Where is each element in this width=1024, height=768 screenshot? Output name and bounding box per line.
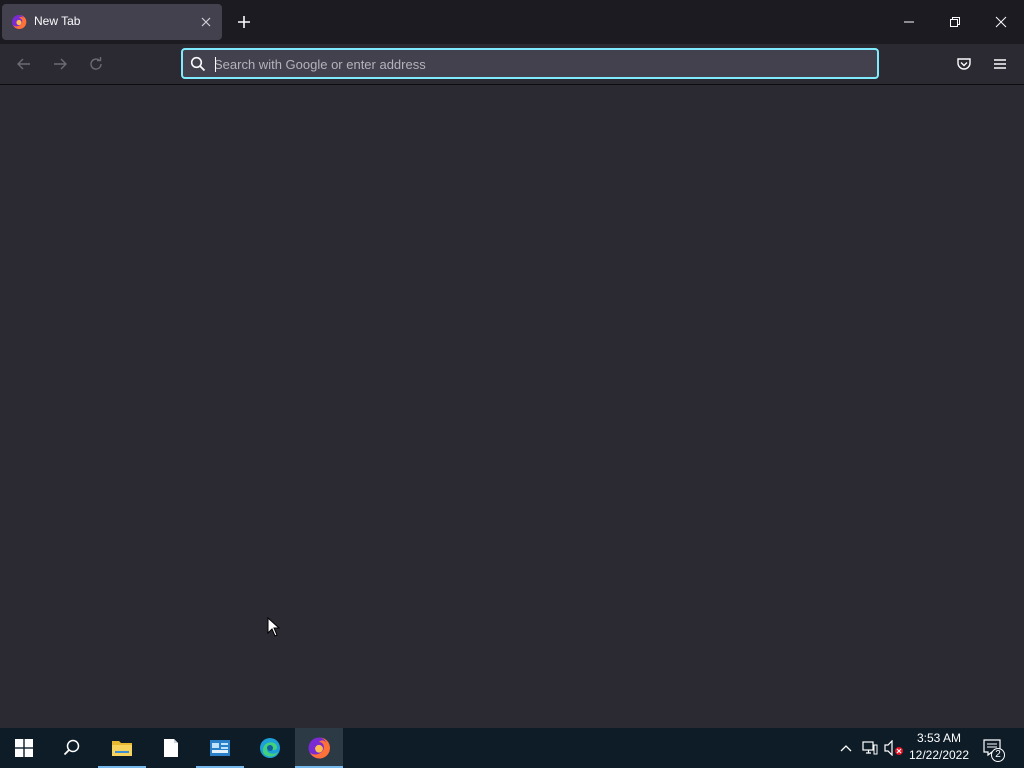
network-icon[interactable] [860,738,880,758]
clock-time: 3:53 AM [916,731,962,745]
search-icon [190,56,206,72]
forward-arrow-icon[interactable] [46,52,74,76]
navigation-toolbar [0,44,1024,85]
reload-icon[interactable] [82,52,110,76]
close-icon[interactable] [978,0,1024,44]
tab-title: New Tab [34,14,81,28]
hamburger-menu-icon[interactable] [986,52,1014,76]
page-content[interactable] [0,86,1024,728]
clock-date: 12/22/2022 [908,748,970,762]
notification-count-badge: 2 [991,748,1005,762]
folder-icon[interactable] [98,728,146,768]
windows-start-icon[interactable] [0,728,48,768]
volume-muted-icon[interactable] [884,738,904,758]
tab-new-tab[interactable]: New Tab [2,4,222,40]
tab-close-icon[interactable] [196,12,216,32]
restore-icon[interactable] [932,0,978,44]
address-input[interactable] [214,54,864,74]
minimize-icon[interactable] [886,0,932,44]
document-icon[interactable] [147,728,195,768]
back-arrow-icon[interactable] [10,52,38,76]
mouse-cursor-icon [267,616,281,637]
firefox-icon [11,14,27,30]
chevron-up-icon[interactable] [836,738,856,758]
url-bar[interactable] [181,48,879,79]
pocket-icon[interactable] [950,52,978,76]
text-caret [215,57,216,72]
edge-icon[interactable] [246,728,294,768]
control-panel-icon[interactable] [196,728,244,768]
system-clock[interactable]: 3:53 AM 12/22/2022 [902,730,976,766]
firefox-window: New Tab [0,0,1024,728]
tab-strip: New Tab [0,0,1024,44]
plus-icon[interactable] [232,10,256,34]
firefox-taskbar-icon[interactable] [295,728,343,768]
windows-taskbar: 3:53 AM 12/22/2022 2 [0,728,1024,768]
taskbar-search-icon[interactable] [48,728,96,768]
